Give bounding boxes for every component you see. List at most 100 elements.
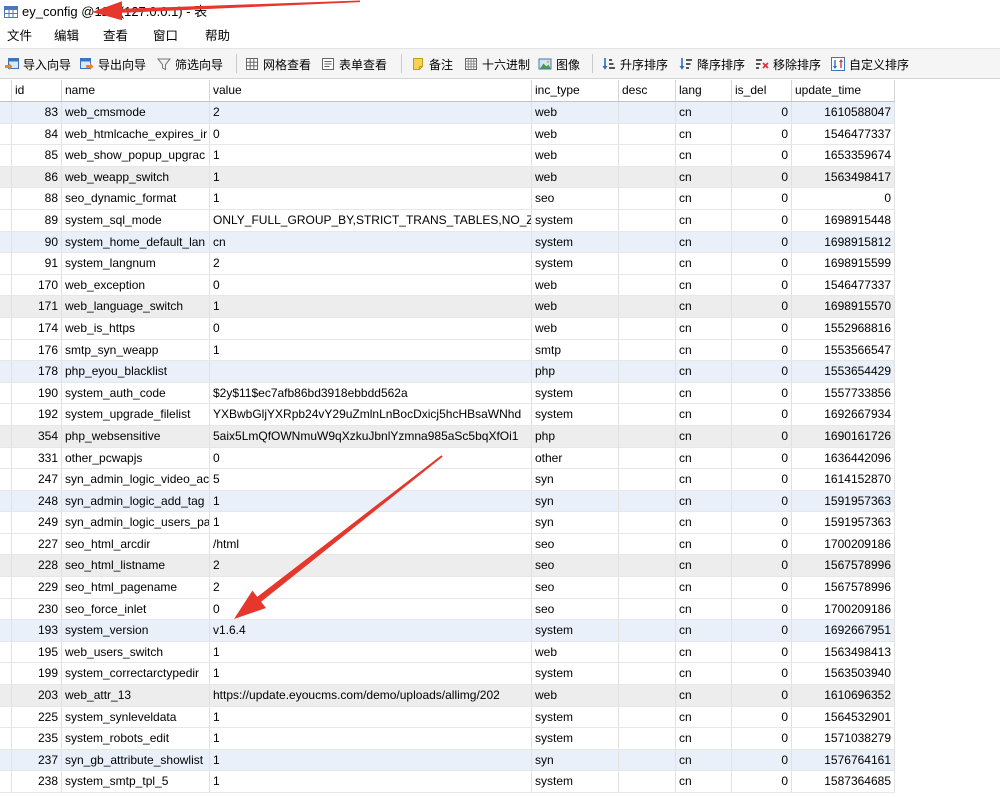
table-row[interactable]: 91 system_langnum 2 system cn 0 1698915599 (0, 253, 895, 275)
row-indicator[interactable] (0, 317, 12, 339)
cell-is-del[interactable]: 0 (732, 339, 792, 361)
cell-name[interactable]: syn_gb_attribute_showlist (62, 749, 210, 771)
cell-id[interactable]: 91 (12, 253, 62, 274)
cell-id[interactable]: 249 (12, 512, 62, 533)
cell-update-time[interactable]: 1692667934 (792, 404, 895, 425)
cell-is-del[interactable]: 0 (732, 188, 792, 209)
cell-lang[interactable]: cn (676, 102, 732, 123)
cell-update-time[interactable]: 1567578996 (792, 577, 895, 598)
row-indicator[interactable] (0, 620, 12, 641)
cell-id[interactable]: 237 (12, 749, 62, 771)
cell-value[interactable]: $2y$11$ec7afb86bd3918ebbdd562a (210, 382, 532, 404)
cell-lang[interactable]: cn (676, 685, 732, 706)
cell-desc[interactable] (619, 620, 676, 641)
cell-desc[interactable] (619, 555, 676, 577)
cell-lang[interactable]: cn (676, 404, 732, 425)
cell-id[interactable]: 192 (12, 404, 62, 425)
table-row[interactable]: 178 php_eyou_blacklist php cn 0 1553654429 (0, 361, 895, 383)
cell-is-del[interactable]: 0 (732, 102, 792, 123)
cell-value[interactable]: 1 (210, 706, 532, 728)
cell-is-del[interactable]: 0 (732, 663, 792, 685)
table-row[interactable]: 354 php_websensitive 5aix5LmQfOWNmuW9qXzku… (0, 425, 895, 448)
cell-update-time[interactable]: 1546477337 (792, 123, 895, 145)
table-row[interactable]: 84 web_htmlcache_expires_ir 0 web cn 0 1546477… (0, 123, 895, 146)
cell-value[interactable]: 0 (210, 598, 532, 620)
cell-name[interactable]: web_language_switch (62, 296, 210, 317)
cell-is-del[interactable]: 0 (732, 382, 792, 404)
cell-desc[interactable] (619, 533, 676, 555)
table-row[interactable]: 249 syn_admin_logic_users_pa 1 syn cn 0 159195… (0, 512, 895, 534)
menu-view[interactable]: 查看 (103, 26, 128, 46)
cell-name[interactable]: system_correctarctypedir (62, 663, 210, 685)
cell-inc-type[interactable]: system (532, 728, 619, 749)
cell-value[interactable] (210, 361, 532, 382)
cell-update-time[interactable]: 1564532901 (792, 706, 895, 728)
cell-id[interactable]: 174 (12, 317, 62, 339)
cell-inc-type[interactable]: other (532, 447, 619, 469)
cell-id[interactable]: 235 (12, 728, 62, 749)
row-indicator[interactable] (0, 145, 12, 166)
row-indicator[interactable] (0, 728, 12, 749)
cell-is-del[interactable]: 0 (732, 490, 792, 512)
cell-id[interactable]: 178 (12, 361, 62, 382)
cell-lang[interactable]: cn (676, 771, 732, 792)
cell-inc-type[interactable]: system (532, 620, 619, 641)
cell-is-del[interactable]: 0 (732, 447, 792, 469)
cell-is-del[interactable]: 0 (732, 533, 792, 555)
cell-is-del[interactable]: 0 (732, 123, 792, 145)
remove-sort-button[interactable]: 移除排序 (755, 55, 821, 73)
menu-window[interactable]: 窗口 (153, 26, 178, 46)
form-view-button[interactable]: 表单查看 (321, 55, 387, 73)
cell-inc-type[interactable]: system (532, 253, 619, 274)
cell-lang[interactable]: cn (676, 231, 732, 253)
cell-inc-type[interactable]: seo (532, 598, 619, 620)
cell-inc-type[interactable]: web (532, 274, 619, 296)
cell-is-del[interactable]: 0 (732, 620, 792, 641)
cell-lang[interactable]: cn (676, 188, 732, 209)
cell-name[interactable]: seo_dynamic_format (62, 188, 210, 209)
cell-id[interactable]: 230 (12, 598, 62, 620)
cell-lang[interactable]: cn (676, 749, 732, 771)
data-grid[interactable]: id name value inc_type desc lang is_del … (0, 80, 895, 793)
cell-desc[interactable] (619, 361, 676, 382)
cell-id[interactable]: 90 (12, 231, 62, 253)
cell-is-del[interactable]: 0 (732, 296, 792, 317)
cell-name[interactable]: smtp_syn_weapp (62, 339, 210, 361)
cell-is-del[interactable]: 0 (732, 685, 792, 706)
table-row[interactable]: 90 system_home_default_lan cn system cn 0 1698… (0, 231, 895, 254)
cell-lang[interactable]: cn (676, 447, 732, 469)
cell-id[interactable]: 171 (12, 296, 62, 317)
row-indicator[interactable] (0, 231, 12, 253)
cell-id[interactable]: 193 (12, 620, 62, 641)
cell-id[interactable]: 89 (12, 209, 62, 231)
cell-inc-type[interactable]: web (532, 317, 619, 339)
table-row[interactable]: 227 seo_html_arcdir/html seo cn 0 1700209186 (0, 533, 895, 556)
cell-inc-type[interactable]: system (532, 663, 619, 685)
header-corner[interactable] (0, 80, 12, 101)
cell-update-time[interactable]: 1698915812 (792, 231, 895, 253)
cell-is-del[interactable]: 0 (732, 231, 792, 253)
table-row[interactable]: 192 system_upgrade_filelist YXBwbGljYXRpb2… (0, 404, 895, 426)
cell-update-time[interactable]: 0 (792, 188, 895, 209)
row-indicator[interactable] (0, 296, 12, 317)
image-button[interactable]: 图像 (538, 55, 580, 73)
cell-id[interactable]: 227 (12, 533, 62, 555)
row-indicator[interactable] (0, 749, 12, 771)
cell-update-time[interactable]: 1563503940 (792, 663, 895, 685)
cell-inc-type[interactable]: syn (532, 490, 619, 512)
hex-button[interactable]: 十六进制 (464, 55, 530, 73)
cell-update-time[interactable]: 1553566547 (792, 339, 895, 361)
cell-lang[interactable]: cn (676, 641, 732, 663)
row-indicator[interactable] (0, 555, 12, 577)
cell-name[interactable]: seo_force_inlet (62, 598, 210, 620)
cell-update-time[interactable]: 1576764161 (792, 749, 895, 771)
table-row[interactable]: 199 system_correctarctypedir 1 system cn 0 156… (0, 663, 895, 686)
cell-update-time[interactable]: 1698915448 (792, 209, 895, 231)
cell-value[interactable]: 1 (210, 512, 532, 533)
cell-inc-type[interactable]: php (532, 425, 619, 447)
cell-lang[interactable]: cn (676, 317, 732, 339)
table-row[interactable]: 85 web_show_popup_upgrac 1 web cn 0 1653359674 (0, 145, 895, 167)
cell-update-time[interactable]: 1567578996 (792, 555, 895, 577)
row-indicator[interactable] (0, 641, 12, 663)
cell-id[interactable]: 190 (12, 382, 62, 404)
